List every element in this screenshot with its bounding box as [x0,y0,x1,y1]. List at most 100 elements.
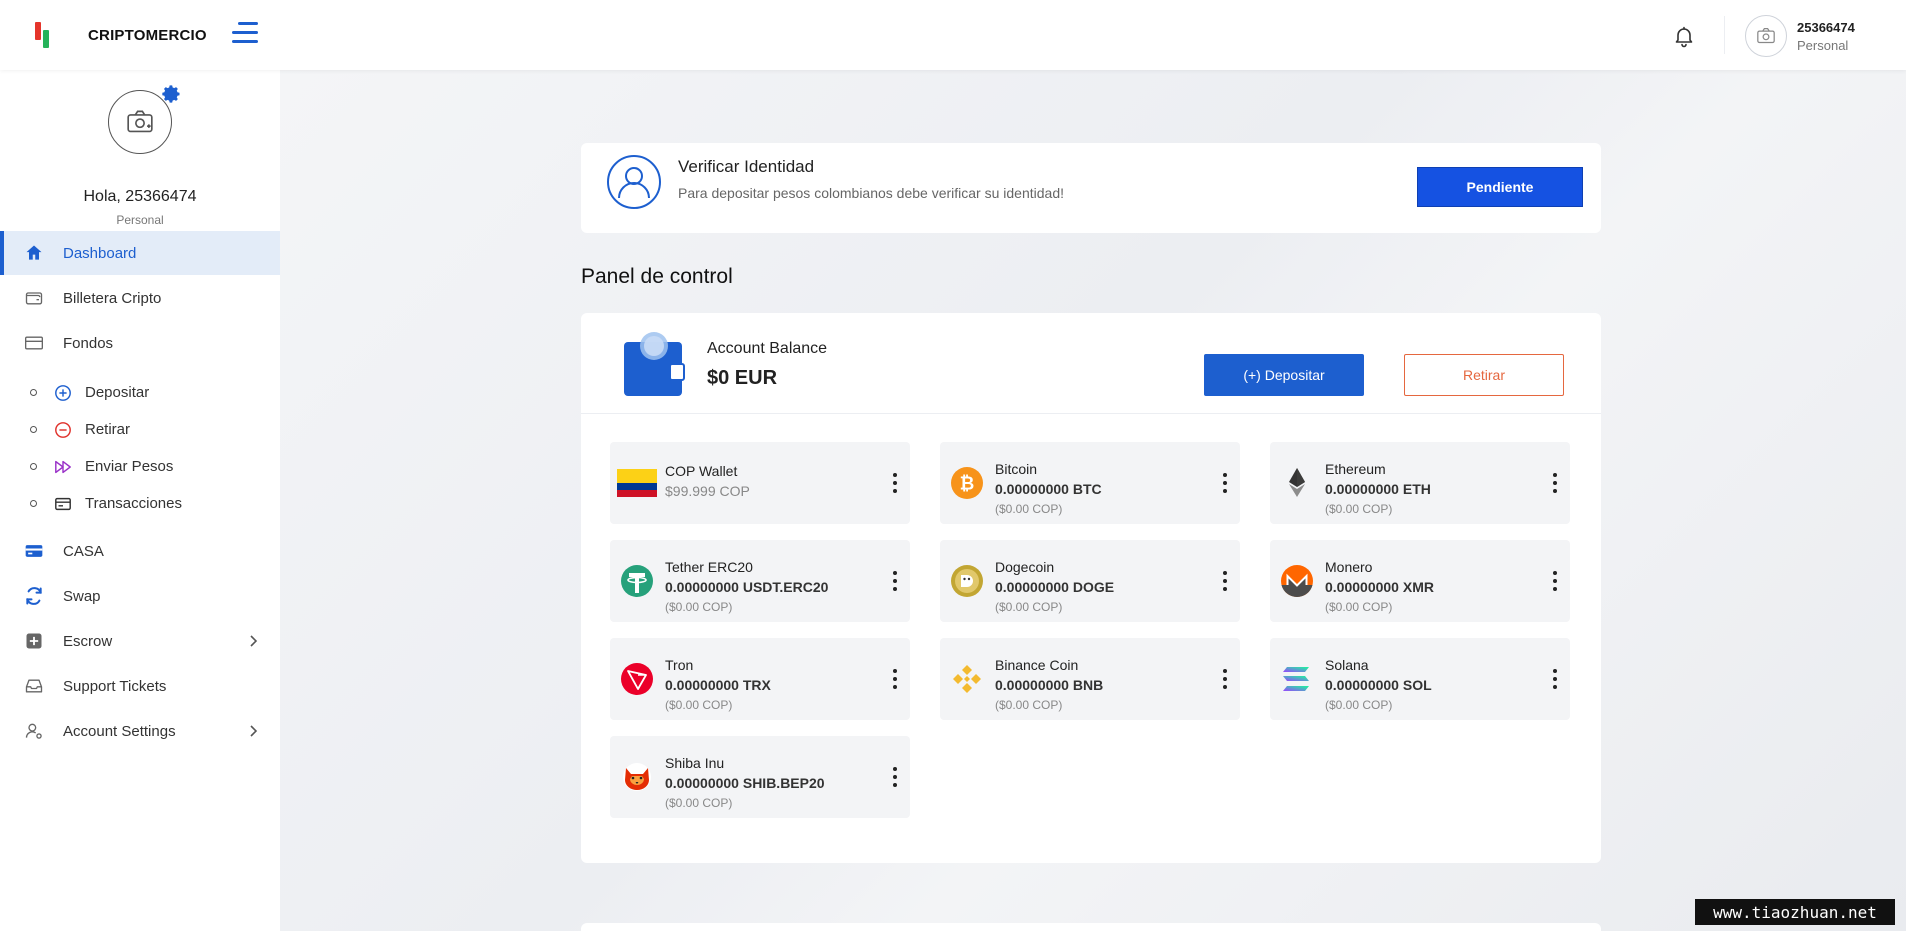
sidebar-item-fondos[interactable]: Fondos [0,321,280,365]
inbox-icon [24,676,44,696]
receipt-icon [54,495,72,513]
plus-circle-icon [54,384,72,402]
solana-icon [1277,659,1317,699]
card-icon [24,333,44,353]
kebab-menu-icon[interactable] [1222,571,1228,593]
kebab-menu-icon[interactable] [1222,473,1228,495]
sidebar-item-escrow[interactable]: Escrow [0,619,280,663]
balance-label: Account Balance [707,340,828,357]
top-divider [1724,16,1725,54]
wallet-icon [24,288,44,308]
shiba-inu-icon [617,757,657,797]
top-bar: CRIPTOMERCIO 25366474 Personal [0,0,1906,70]
sidebar-item-label: CASA [63,542,104,560]
sidebar-item-billetera-cripto[interactable]: Billetera Cripto [0,276,280,320]
wallet-name: Ethereum [1325,461,1386,477]
wallet-icon [624,330,690,398]
sidebar-item-label: Swap [63,587,101,605]
plus-square-icon [24,631,44,651]
wallet-card-dogecoin[interactable]: Dogecoin 0.00000000 DOGE ($0.00 COP) [940,540,1240,622]
sidebar-subitem-label: Enviar Pesos [85,458,174,475]
bullet-dot [30,500,37,507]
wallet-card-tether[interactable]: Tether ERC20 0.00000000 USDT.ERC20 ($0.0… [610,540,910,622]
kebab-menu-icon[interactable] [1552,473,1558,495]
sidebar-item-account-settings[interactable]: Account Settings [0,709,280,753]
minus-circle-icon [54,421,72,439]
sidebar-item-label: Escrow [63,632,113,650]
monero-icon [1277,561,1317,601]
wallet-card-monero[interactable]: Monero 0.00000000 XMR ($0.00 COP) [1270,540,1570,622]
sidebar-item-label: Support Tickets [63,677,167,695]
chevron-right-icon [246,724,260,738]
verify-text: Para depositar pesos colombianos debe ve… [678,185,1065,201]
bullet-dot [30,389,37,396]
wallet-name: Shiba Inu [665,755,725,771]
bullet-dot [30,463,37,470]
wallet-card-tron[interactable]: Tron 0.00000000 TRX ($0.00 COP) [610,638,910,720]
profile-role: Personal [116,213,164,227]
pending-button[interactable]: Pendiente [1417,167,1583,207]
kebab-menu-icon[interactable] [892,767,898,789]
sidebar-item-swap[interactable]: Swap [0,574,280,618]
kebab-menu-icon[interactable] [892,669,898,691]
bell-icon[interactable] [1672,24,1696,48]
tether-icon [617,561,657,601]
wallet-cop-value: ($0.00 COP) [995,502,1063,516]
sidebar-subitem-depositar[interactable]: Depositar [0,377,280,407]
sidebar-subitem-label: Retirar [85,421,131,438]
binance-icon [947,659,987,699]
wallet-name: Tether ERC20 [665,559,753,575]
ethereum-icon [1277,463,1317,503]
colombia-flag-icon [617,463,657,503]
kebab-menu-icon[interactable] [1222,669,1228,691]
wallet-cop-value: ($0.00 COP) [665,600,733,614]
sidebar-subitem-transacciones[interactable]: Transacciones [0,488,280,518]
bitcoin-icon: ₿ [947,463,987,503]
gear-icon[interactable] [162,84,182,104]
wallet-name: Solana [1325,657,1369,673]
kebab-menu-icon[interactable] [1552,571,1558,593]
balance-value: $0 EUR [707,367,778,389]
wallet-amount: 0.00000000 BTC [995,481,1102,497]
wallet-name: Monero [1325,559,1373,575]
withdraw-button[interactable]: Retirar [1404,354,1564,396]
credit-card-icon [24,541,44,561]
menu-toggle-icon[interactable] [230,20,258,46]
wallet-name: Tron [665,657,694,673]
wallet-card-solana[interactable]: Solana 0.00000000 SOL ($0.00 COP) [1270,638,1570,720]
kebab-menu-icon[interactable] [1552,669,1558,691]
wallet-card-shiba-inu[interactable]: Shiba Inu 0.00000000 SHIB.BEP20 ($0.00 C… [610,736,910,818]
sidebar-item-support-tickets[interactable]: Support Tickets [0,664,280,708]
wallet-card-ethereum[interactable]: Ethereum 0.00000000 ETH ($0.00 COP) [1270,442,1570,524]
next-card [581,923,1601,931]
sidebar-subitem-retirar[interactable]: Retirar [0,414,280,444]
wallet-name: COP Wallet [665,463,738,479]
kebab-menu-icon[interactable] [892,473,898,495]
account-balance-card: Account Balance $0 EUR (+) Depositar Ret… [581,313,1601,863]
wallet-card-bitcoin[interactable]: ₿ Bitcoin 0.00000000 BTC ($0.00 COP) [940,442,1240,524]
svg-text:₿: ₿ [960,474,975,495]
sidebar-item-label: Dashboard [63,244,137,262]
page-title: Panel de control [581,265,733,288]
wallet-cop-value: ($0.00 COP) [665,698,733,712]
sidebar-item-casa[interactable]: CASA [0,529,280,573]
kebab-menu-icon[interactable] [892,571,898,593]
wallet-amount: 0.00000000 ETH [1325,481,1431,497]
main-content: Verificar Identidad Para depositar pesos… [280,70,1906,931]
tron-icon [617,659,657,699]
wallet-card-binance[interactable]: Binance Coin 0.00000000 BNB ($0.00 COP) [940,638,1240,720]
deposit-button[interactable]: (+) Depositar [1204,354,1364,396]
wallet-card-cop[interactable]: COP Wallet $99.999 COP [610,442,910,524]
user-circle-icon [606,154,662,210]
wallet-amount: 0.00000000 DOGE [995,579,1115,595]
wallet-amount: 0.00000000 XMR [1325,579,1434,595]
sidebar-subitem-enviar-pesos[interactable]: Enviar Pesos [0,451,280,481]
top-user-name: 25366474 [1797,19,1855,35]
sidebar-item-dashboard[interactable]: Dashboard [0,231,280,275]
bullet-dot [30,426,37,433]
brand[interactable]: CRIPTOMERCIO [30,20,207,50]
wallet-amount: $99.999 COP [665,483,750,499]
dogecoin-icon [947,561,987,601]
top-user-menu[interactable]: 25366474 Personal [1745,15,1855,57]
divider [581,413,1601,414]
